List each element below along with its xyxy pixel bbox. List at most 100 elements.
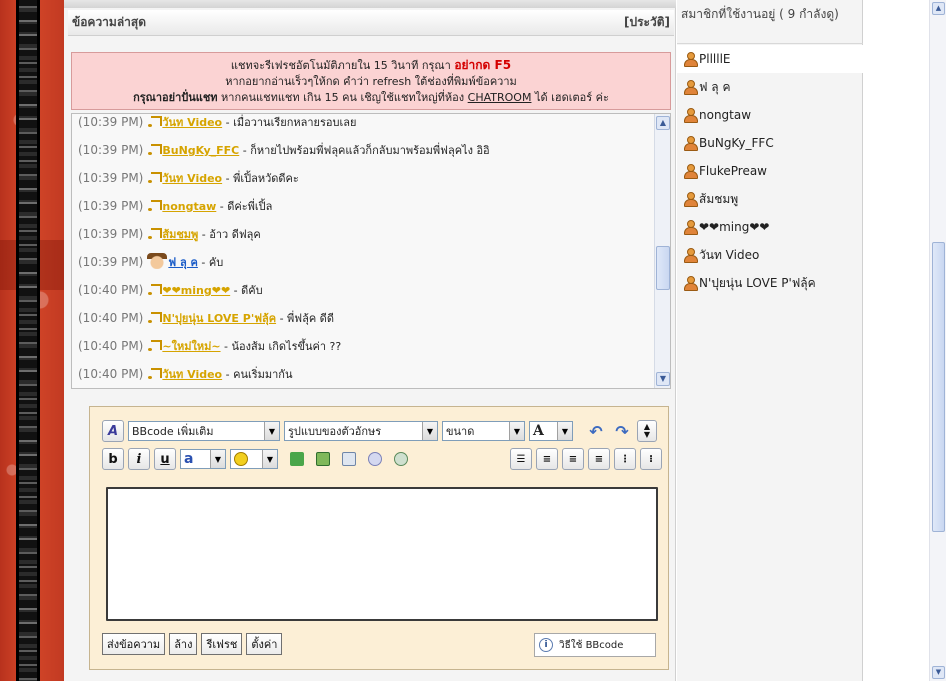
page-scrollbar[interactable]: ▲ ▼	[929, 0, 946, 681]
member-item[interactable]: FlukePreaw	[677, 157, 863, 185]
smiley-select[interactable]: ▼	[230, 449, 278, 469]
member-item[interactable]: วันท Video	[677, 241, 863, 269]
toolbar-row-1: A BBcode เพิ่มเติม ▼ รูปแบบของตัวอักษร ▼ ข…	[102, 419, 657, 443]
member-item[interactable]: ฟ ลุ ค	[677, 73, 863, 101]
member-item[interactable]: ❤❤ming❤❤	[677, 213, 863, 241]
message-text: - คนเริ่มมากัน	[222, 368, 293, 381]
align-center-button[interactable]: ≡	[562, 448, 584, 470]
redo-icon[interactable]: ↷	[611, 420, 633, 442]
refresh-button[interactable]: รีเฟรช	[201, 633, 243, 655]
ordered-list-button[interactable]: ⋮	[614, 448, 636, 470]
decorative-side-strip	[0, 0, 64, 681]
message-nick-link[interactable]: ~ใหม่ใหม่~	[162, 340, 220, 353]
insert-image-button[interactable]	[312, 448, 334, 470]
message-nick-link[interactable]: ❤❤ming❤❤	[162, 284, 230, 297]
chat-scrollbar[interactable]: ▲ ▼	[654, 114, 670, 388]
chat-messages-box[interactable]: (10:39 PM) วันท Video - เมื่อวานเรียกหลาย…	[71, 113, 671, 389]
message-nick-link[interactable]: วันท Video	[162, 368, 222, 381]
message-nick-link[interactable]: ส้มชมพู	[162, 228, 198, 241]
scroll-down-icon[interactable]: ▼	[656, 372, 670, 386]
resize-icon[interactable]: ▲ ▼	[637, 420, 657, 442]
message-nick-link[interactable]: วันท Video	[162, 172, 222, 185]
chevron-down-icon: ▼	[557, 422, 572, 440]
scroll-thumb[interactable]	[656, 246, 670, 290]
clear-button[interactable]: ล้าง	[169, 633, 198, 655]
member-item[interactable]: ส้มชมพู	[677, 185, 863, 213]
chevron-down-icon: ▼	[210, 450, 225, 468]
indent-button[interactable]: ☰	[510, 448, 532, 470]
message-time: (10:39 PM)	[78, 227, 144, 241]
page-scroll-up-icon[interactable]: ▲	[932, 2, 945, 15]
unordered-list-button[interactable]: ⁝	[640, 448, 662, 470]
smiley-icon	[234, 452, 248, 466]
page-scroll-down-icon[interactable]: ▼	[932, 666, 945, 679]
music-note-icon	[147, 143, 163, 155]
undo-icon[interactable]: ↶	[585, 420, 607, 442]
message-text: - เมื่อวานเรียกหลายรอบเลย	[222, 116, 357, 129]
message-time: (10:40 PM)	[78, 339, 144, 353]
insert-photo-button[interactable]	[338, 448, 360, 470]
chatroom-link[interactable]: CHATROOM	[468, 91, 532, 104]
insert-quote-button[interactable]	[364, 448, 386, 470]
insert-media-button[interactable]	[390, 448, 412, 470]
message-time: (10:39 PM)	[78, 115, 144, 129]
settings-button[interactable]: ตั้งค่า	[246, 633, 283, 655]
clear-format-button[interactable]: A	[102, 420, 124, 442]
insert-link-button[interactable]	[286, 448, 308, 470]
chevron-down-icon: ▼	[422, 422, 437, 440]
online-members-title: สมาชิกที่ใช้งานอยู่ ( 9 กำลังดู)	[677, 6, 863, 44]
message-composer: A BBcode เพิ่มเติม ▼ รูปแบบของตัวอักษร ▼ ข…	[89, 406, 669, 670]
message-nick-link[interactable]: BuNgKy_FFC	[162, 144, 239, 157]
send-button[interactable]: ส่งข้อความ	[102, 633, 166, 655]
notice-warning: อย่ากด F5	[454, 58, 512, 72]
bbcode-help-button[interactable]: i วิธีใช้ BBcode	[534, 633, 656, 657]
member-name: FlukePreaw	[699, 164, 767, 178]
composer-actions: ส่งข้อความ ล้าง รีเฟรช ตั้งค่า	[102, 633, 283, 655]
user-icon	[683, 164, 698, 179]
highlight-select[interactable]: a ▼	[180, 449, 226, 469]
font-size-select[interactable]: ขนาด ▼	[442, 421, 525, 441]
message-nick-link[interactable]: ฟ ลุ ค	[168, 256, 198, 269]
member-name: ❤❤ming❤❤	[699, 220, 770, 234]
message-input[interactable]	[106, 487, 658, 621]
member-item[interactable]: N'ปุยนุ่น LOVE P'ฟลุ้ค	[677, 269, 863, 297]
chat-message: (10:39 PM) วันท Video - พี่เปิ้ลหวัดดีคะ	[72, 164, 656, 192]
notice-line-1: แชทจะรีเฟรชอัตโนมัติภายใน 15 วินาที กรุณ…	[230, 58, 512, 72]
chat-notice: แชทจะรีเฟรชอัตโนมัติภายใน 15 วินาที กรุณ…	[71, 52, 671, 110]
chevron-down-icon: ▼	[262, 450, 277, 468]
chevron-down-icon: ▼	[509, 422, 524, 440]
message-time: (10:40 PM)	[78, 283, 144, 297]
notice-line-3: กรุณาอย่าปั่นแชท หากคนแชทแชท เกิน 15 คน …	[133, 91, 609, 104]
online-members-panel: สมาชิกที่ใช้งานอยู่ ( 9 กำลังดู) PlllllE…	[677, 0, 863, 681]
member-item[interactable]: BuNgKy_FFC	[677, 129, 863, 157]
member-name: BuNgKy_FFC	[699, 136, 774, 150]
italic-button[interactable]: i	[128, 448, 150, 470]
page-scroll-thumb[interactable]	[932, 242, 945, 532]
member-item[interactable]: nongtaw	[677, 101, 863, 129]
user-icon	[683, 136, 698, 151]
message-nick-link[interactable]: nongtaw	[162, 200, 216, 213]
music-note-icon	[147, 227, 163, 239]
message-nick-link[interactable]: วันท Video	[162, 116, 222, 129]
scroll-up-icon[interactable]: ▲	[656, 116, 670, 130]
bold-button[interactable]: b	[102, 448, 124, 470]
chat-message: (10:39 PM) nongtaw - ดีค่ะพี่เปิ้ล	[72, 192, 656, 220]
user-icon	[683, 276, 698, 291]
font-family-select[interactable]: รูปแบบของตัวอักษร ▼	[284, 421, 438, 441]
align-right-button[interactable]: ≡	[588, 448, 610, 470]
history-link[interactable]: [ประวัติ]	[624, 13, 670, 32]
chat-message: (10:40 PM) วันท Video - คนเริ่มมากัน	[72, 360, 656, 388]
user-icon	[683, 80, 698, 95]
music-note-icon	[147, 283, 163, 295]
chat-title: ข้อความล่าสุด	[72, 15, 147, 29]
font-color-select[interactable]: A ▼	[529, 421, 573, 441]
ordered-list-icon: ⋮	[620, 453, 630, 465]
member-item[interactable]: PlllllE	[677, 45, 863, 73]
message-nick-link[interactable]: N'ปุยนุ่น LOVE P'ฟลุ้ค	[162, 312, 276, 325]
message-text: - พี่เปิ้ลหวัดดีคะ	[222, 172, 299, 185]
member-name: nongtaw	[699, 108, 752, 122]
align-left-button[interactable]: ≡	[536, 448, 558, 470]
underline-button[interactable]: u	[154, 448, 176, 470]
bbcode-select[interactable]: BBcode เพิ่มเติม ▼	[128, 421, 280, 441]
music-note-icon	[147, 311, 163, 323]
